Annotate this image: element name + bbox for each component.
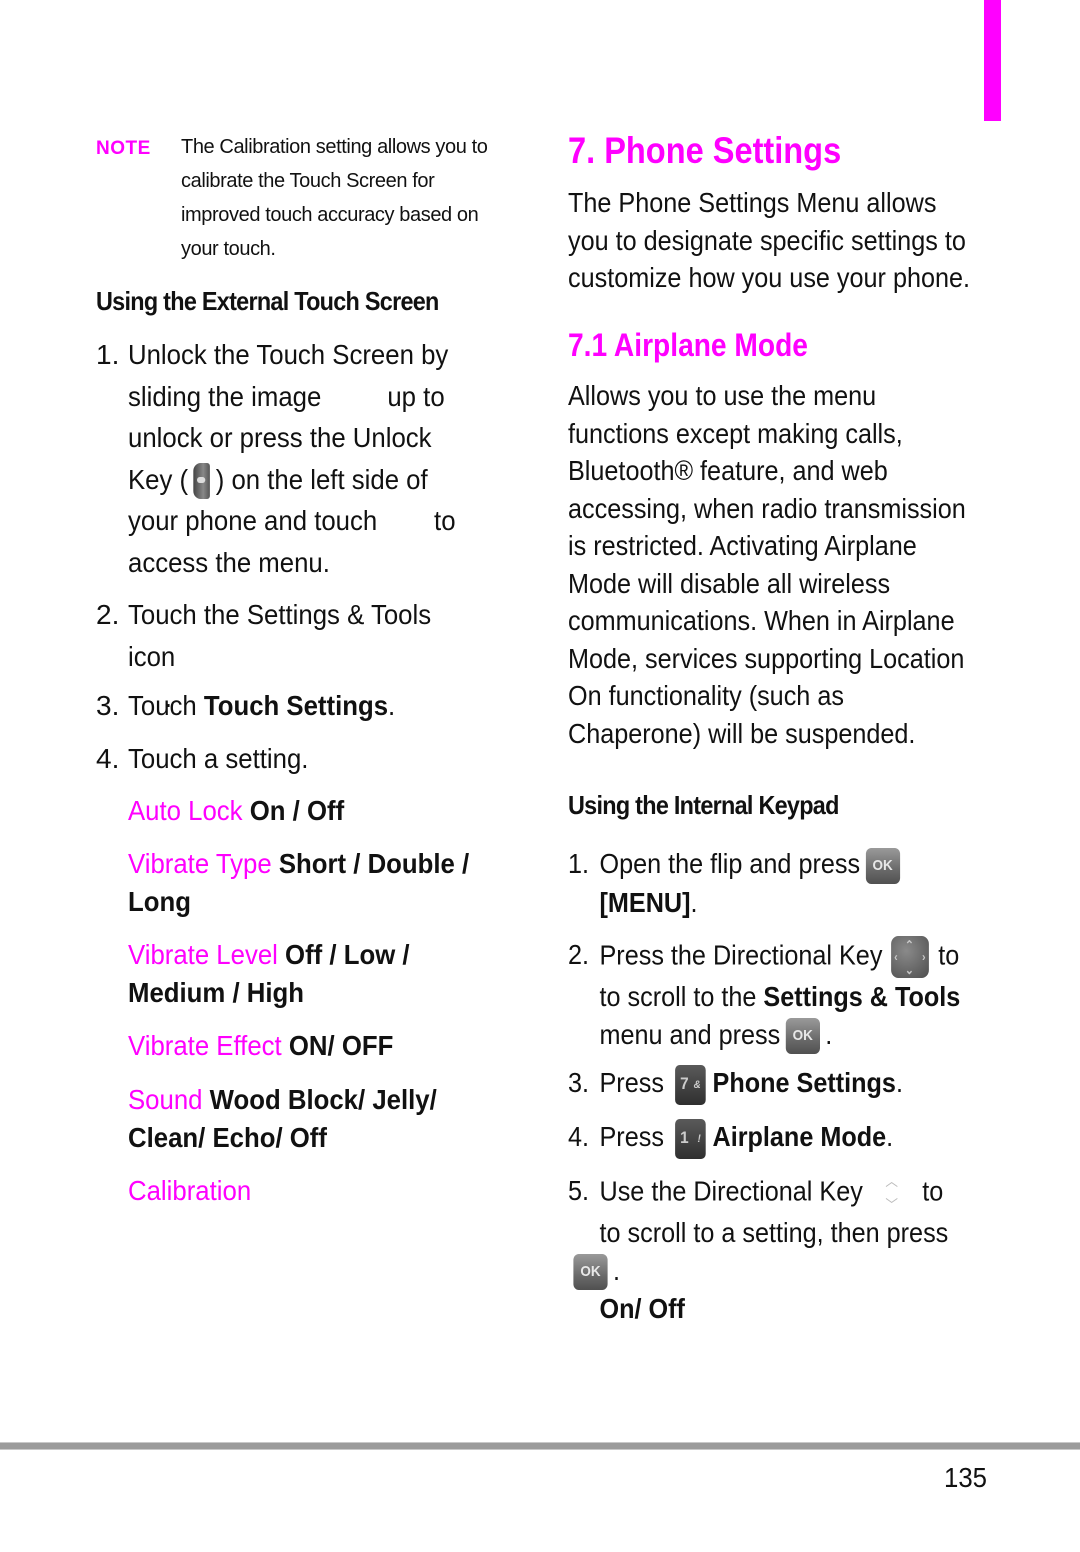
setting-name: Calibration (128, 1175, 252, 1206)
unlock-key-icon (193, 463, 211, 500)
chapter-tab-marker (984, 0, 1001, 121)
step-suffix: . (825, 1018, 833, 1050)
step-suffix: . (895, 1067, 903, 1098)
setting-options: On / Off (249, 795, 345, 826)
internal-step-4: 4. Press 1! Airplane Mode. (568, 1118, 991, 1159)
subsection-title-airplane-mode: 7.1 Airplane Mode (568, 327, 808, 363)
step-text: menu and press (599, 1018, 781, 1050)
directional-key-icon: ⌃ ⌄ ‹ › (891, 936, 930, 978)
step-text: Touch a setting. (128, 743, 309, 774)
step-number: 3. (96, 690, 120, 721)
internal-step-3: 3. Press 7 & Phone Settings. (568, 1064, 991, 1105)
step-text: Touch the Settings & Tools icon (128, 599, 432, 672)
setting-vibrate-level: Vibrate Level Off / Low / Medium / High (128, 936, 496, 1012)
step-number: 2. (568, 939, 590, 971)
setting-name: Vibrate Effect (128, 1030, 282, 1061)
key-symbol: & (693, 1078, 701, 1091)
key-digit: 1 (680, 1128, 689, 1148)
ok-key-icon: OK (573, 1254, 608, 1291)
setting-vibrate-effect: Vibrate Effect ON/ OFF (128, 1027, 496, 1065)
step-number: 4. (568, 1121, 590, 1152)
setting-name: Auto Lock (128, 795, 243, 826)
step-text: Use the Directional Key (599, 1175, 863, 1207)
phone-settings-intro: The Phone Settings Menu allows you to de… (568, 187, 971, 293)
key-1-icon: 1! (674, 1118, 706, 1159)
step-text: to scroll to a setting, then press (599, 1217, 949, 1248)
menu-label: [MENU] (599, 886, 691, 918)
internal-step-1: 1. Open the flip and press OK [MENU]. (568, 845, 991, 921)
step-suffix: . (886, 1121, 894, 1152)
step-text: Open the flip and press (599, 848, 861, 879)
setting-auto-lock: Auto Lock On / Off (128, 792, 496, 830)
footer-rule (0, 1442, 1080, 1450)
settings-tools-label: Settings & Tools (763, 981, 961, 1012)
setting-name: Vibrate Type (128, 848, 272, 879)
step-text: Press (599, 1067, 664, 1098)
internal-step-2: 2. Press the Directional Key⌃⌄‹› to scroll… (568, 936, 991, 1055)
key-symbol: ! (697, 1132, 701, 1145)
page-number: 135 (944, 1462, 987, 1493)
step-suffix: . (690, 886, 698, 918)
key-7-icon: 7 & (674, 1064, 706, 1105)
step-text: Touch (128, 690, 204, 721)
note-label: NOTE (96, 138, 151, 159)
external-touch-heading: Using the External Touch Screen (96, 286, 439, 316)
step-text: Press (599, 1121, 664, 1152)
manual-page: NOTE The Calibration setting allows you … (0, 0, 1080, 1552)
phone-settings-label: Phone Settings (712, 1067, 896, 1098)
key-digit: 7 (680, 1074, 689, 1094)
step-number: 1. (568, 848, 590, 879)
internal-keypad-heading: Using the Internal Keypad (568, 790, 839, 820)
setting-options: ON/ OFF (288, 1030, 394, 1061)
ok-key-icon: OK (785, 1018, 820, 1055)
section-title-phone-settings: 7. Phone Settings (568, 130, 842, 171)
setting-name: Vibrate Level (128, 939, 278, 970)
setting-vibrate-type: Vibrate Type Short / Double / Long (128, 845, 496, 921)
airplane-mode-label: Airplane Mode (712, 1121, 887, 1152)
airplane-mode-description: Allows you to use the menu functions exc… (568, 380, 966, 749)
step-number: 3. (568, 1067, 590, 1098)
setting-sound: Sound Wood Block/ Jelly/ Clean/ Echo/ Of… (128, 1081, 496, 1157)
on-off-label: On/ Off (599, 1293, 685, 1325)
step-text: Press the Directional Key (599, 939, 883, 971)
step-suffix: . (613, 1254, 621, 1286)
up-down-key-icon: ︿ ﹀ (885, 1173, 898, 1213)
note-text: The Calibration setting allows you to ca… (181, 136, 488, 260)
step-text: to scroll to the (599, 981, 757, 1012)
setting-name: Sound (128, 1084, 203, 1115)
touch-settings-label: Touch Settings (203, 690, 389, 721)
step-suffix: . (388, 690, 396, 721)
step-number: 4. (96, 743, 120, 774)
setting-calibration: Calibration (128, 1172, 496, 1210)
internal-step-5: 5. Use the Directional Key ︿ ﹀ to to scroll … (568, 1173, 949, 1325)
step-number: 5. (568, 1175, 590, 1207)
ok-key-icon: OK (865, 847, 900, 884)
step-number: 2. (96, 599, 120, 630)
step-number: 1. (96, 339, 120, 370)
